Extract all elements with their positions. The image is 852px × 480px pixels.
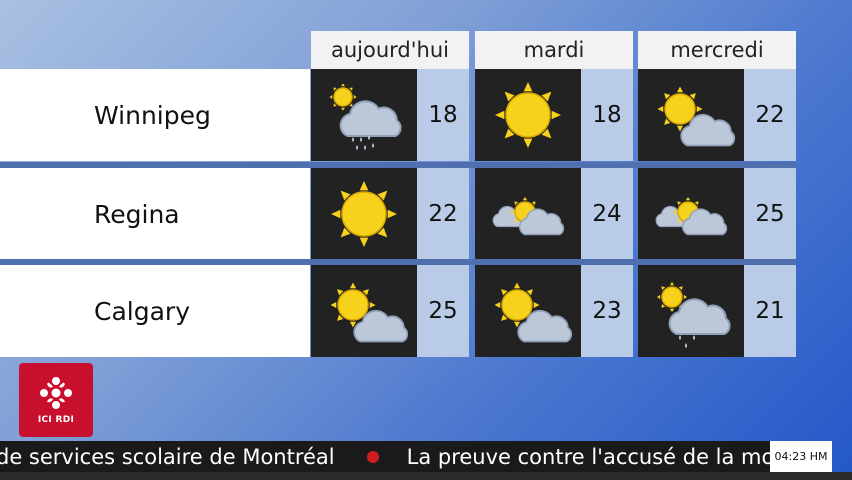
temperature-value: 24 (581, 168, 633, 260)
row-separator (0, 162, 796, 168)
weather-icon-box (475, 168, 581, 260)
day-header-wednesday: mercredi (638, 31, 796, 69)
rain-partly-sunny-icon (329, 83, 402, 150)
weather-icon-box (475, 69, 581, 161)
city-name: Calgary (94, 296, 190, 326)
news-ticker: de services scolaire de Montréal La preu… (0, 441, 770, 472)
temperature-value: 25 (744, 168, 796, 260)
temperature-value: 18 (417, 69, 469, 161)
row-separator (0, 259, 796, 265)
temperature-value: 23 (581, 265, 633, 357)
city-panel: Regina (0, 168, 310, 260)
city-panel: Calgary (0, 265, 310, 357)
weather-icon-box (638, 265, 744, 357)
ticker-item: de services scolaire de Montréal (0, 444, 335, 469)
cbc-gem-icon (40, 377, 72, 409)
temperature-value: 21 (744, 265, 796, 357)
city-name: Regina (94, 199, 180, 229)
temperature-value: 22 (417, 168, 469, 260)
ici-rdi-logo: ICI RDI (19, 363, 93, 437)
forecast-row-winnipeg: Winnipeg 18 18 22 (0, 69, 796, 161)
showers-icon (657, 282, 731, 348)
temperature-value: 22 (744, 69, 796, 161)
bottom-strip (0, 472, 852, 480)
partly-cloudy-icon (494, 282, 573, 343)
mostly-cloudy-icon (492, 197, 565, 236)
city-panel: Winnipeg (0, 69, 310, 161)
day-header-tuesday: mardi (475, 31, 633, 69)
temperature-value: 18 (581, 69, 633, 161)
day-header-today: aujourd'hui (311, 31, 469, 69)
clock: 04:23 HM (770, 441, 832, 472)
weather-icon-box (311, 69, 417, 161)
partly-cloudy-icon (657, 86, 736, 147)
weather-icon-box (475, 265, 581, 357)
partly-cloudy-icon (330, 282, 409, 343)
ticker-separator-dot (366, 450, 379, 463)
weather-icon-box (311, 168, 417, 260)
forecast-row-regina: Regina 22 24 25 (0, 168, 796, 260)
logo-text: ICI RDI (37, 415, 75, 425)
weather-icon-box (638, 168, 744, 260)
sun-icon (495, 82, 561, 148)
mostly-cloudy-icon (655, 197, 728, 236)
temperature-value: 25 (417, 265, 469, 357)
ticker-item: La preuve contre l'accusé de la mo (406, 444, 770, 469)
weather-icon-box (311, 265, 417, 357)
weather-icon-box (638, 69, 744, 161)
sun-icon (331, 181, 397, 247)
forecast-row-calgary: Calgary 25 23 21 (0, 265, 796, 357)
city-name: Winnipeg (94, 100, 211, 130)
